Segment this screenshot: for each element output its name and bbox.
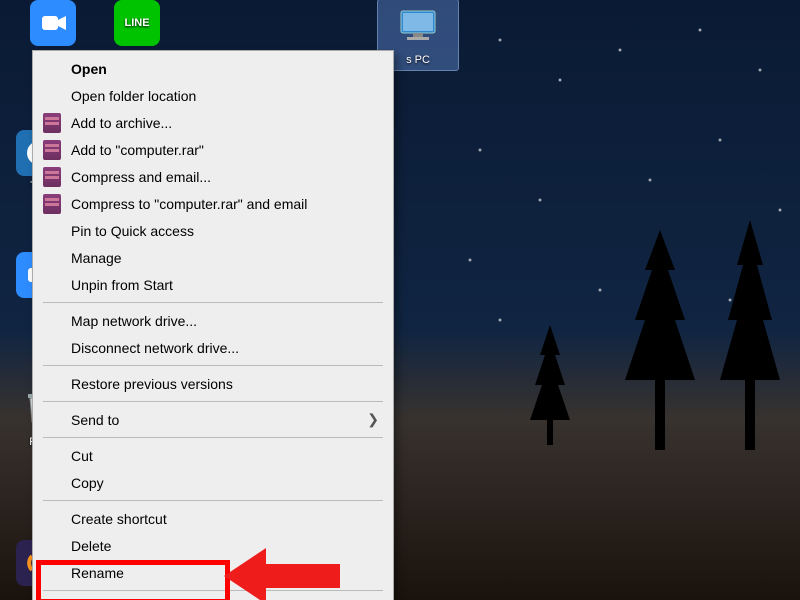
menu-item-label: Delete — [71, 538, 379, 554]
rar-icon — [41, 139, 63, 161]
menu-item-label: Pin to Quick access — [71, 223, 379, 239]
blank-icon — [41, 562, 63, 584]
line-icon: LINE — [114, 0, 160, 46]
rar-icon — [41, 193, 63, 215]
menu-item-copy[interactable]: Copy — [33, 469, 393, 496]
menu-item-cut[interactable]: Cut — [33, 442, 393, 469]
chevron-right-icon: ❯ — [367, 411, 379, 428]
menu-item-openloc[interactable]: Open folder location — [33, 82, 393, 109]
rar-icon — [41, 112, 63, 134]
thispc-icon — [395, 4, 441, 50]
menu-item-rename[interactable]: Rename — [33, 559, 393, 586]
menu-item-label: Unpin from Start — [71, 277, 379, 293]
menu-item-restore[interactable]: Restore previous versions — [33, 370, 393, 397]
menu-item-label: Cut — [71, 448, 379, 464]
tree-silhouette — [520, 325, 580, 445]
menu-item-label: Map network drive... — [71, 313, 379, 329]
menu-item-label: Rename — [71, 565, 379, 581]
menu-item-shortcut[interactable]: Create shortcut — [33, 505, 393, 532]
desktop[interactable]: ZLINEs PCTeaRec OpenOpen folder location… — [0, 0, 800, 600]
blank-icon — [41, 247, 63, 269]
desktop-icon-line[interactable]: LINE — [102, 0, 172, 50]
menu-item-mapnet[interactable]: Map network drive... — [33, 307, 393, 334]
blank-icon — [41, 58, 63, 80]
zoom-icon — [30, 0, 76, 46]
menu-item-label: Compress to "computer.rar" and email — [71, 196, 379, 212]
menu-separator — [43, 302, 383, 303]
blank-icon — [41, 220, 63, 242]
tree-silhouette — [700, 220, 800, 450]
menu-item-sendto[interactable]: Send to❯ — [33, 406, 393, 433]
blank-icon — [41, 535, 63, 557]
context-menu: Open Open folder location Add to archive..… — [32, 50, 394, 600]
blank-icon — [41, 274, 63, 296]
menu-item-label: Add to "computer.rar" — [71, 142, 379, 158]
menu-separator — [43, 365, 383, 366]
menu-separator — [43, 500, 383, 501]
menu-item-label: Compress and email... — [71, 169, 379, 185]
blank-icon — [41, 85, 63, 107]
blank-icon — [41, 310, 63, 332]
menu-item-discnet[interactable]: Disconnect network drive... — [33, 334, 393, 361]
menu-item-pinqa[interactable]: Pin to Quick access — [33, 217, 393, 244]
blank-icon — [41, 373, 63, 395]
blank-icon — [41, 445, 63, 467]
menu-item-open[interactable]: Open — [33, 55, 393, 82]
menu-item-label: Open — [71, 61, 379, 77]
menu-item-label: Add to archive... — [71, 115, 379, 131]
menu-item-delete[interactable]: Delete — [33, 532, 393, 559]
menu-item-label: Manage — [71, 250, 379, 266]
menu-item-label: Copy — [71, 475, 379, 491]
menu-item-compemail[interactable]: Compress and email... — [33, 163, 393, 190]
menu-item-manage[interactable]: Manage — [33, 244, 393, 271]
blank-icon — [41, 508, 63, 530]
rar-icon — [41, 166, 63, 188]
menu-item-label: Open folder location — [71, 88, 379, 104]
menu-item-comprar[interactable]: Compress to "computer.rar" and email — [33, 190, 393, 217]
menu-item-addrar[interactable]: Add to "computer.rar" — [33, 136, 393, 163]
menu-separator — [43, 590, 383, 591]
blank-icon — [41, 409, 63, 431]
menu-item-props[interactable]: Properties — [33, 595, 393, 600]
menu-item-addarch[interactable]: Add to archive... — [33, 109, 393, 136]
menu-item-label: Create shortcut — [71, 511, 379, 527]
blank-icon — [41, 337, 63, 359]
menu-item-unpin[interactable]: Unpin from Start — [33, 271, 393, 298]
menu-item-label: Disconnect network drive... — [71, 340, 379, 356]
menu-item-label: Restore previous versions — [71, 376, 379, 392]
menu-separator — [43, 401, 383, 402]
menu-separator — [43, 437, 383, 438]
blank-icon — [41, 472, 63, 494]
menu-item-label: Send to — [71, 412, 367, 428]
